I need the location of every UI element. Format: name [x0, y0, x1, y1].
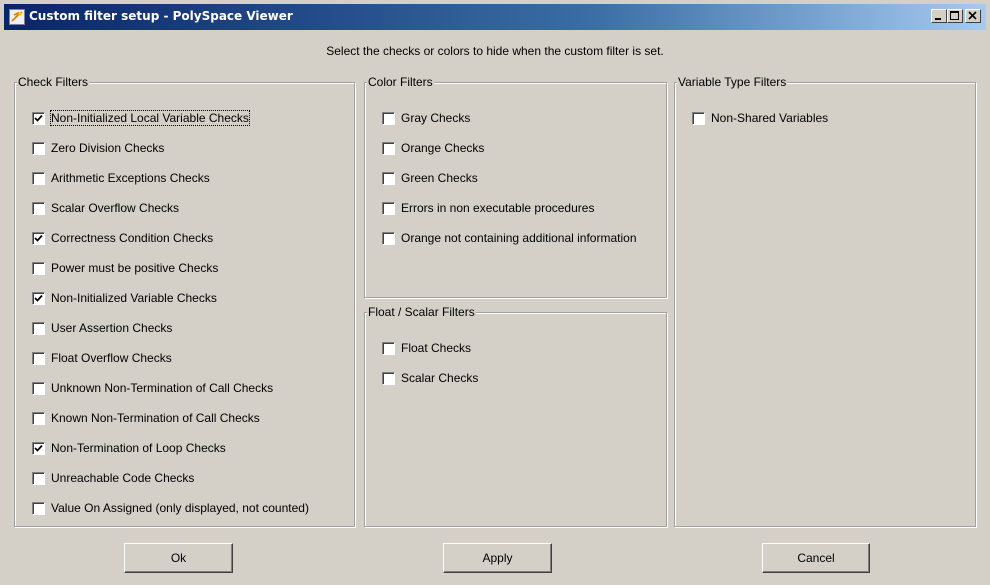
checkbox-zero-division-checks[interactable]: Zero Division Checks [32, 140, 164, 156]
checkbox-gray-checks[interactable]: Gray Checks [382, 110, 470, 126]
checkbox-box[interactable] [32, 441, 45, 455]
checkbox-label: Float Overflow Checks [51, 351, 172, 365]
checkbox-label: Scalar Checks [401, 371, 479, 385]
checkbox-box[interactable] [382, 371, 395, 385]
minimize-button[interactable] [931, 9, 947, 23]
cancel-button[interactable]: Cancel [762, 543, 870, 573]
checkbox-label: Arithmetic Exceptions Checks [51, 171, 210, 185]
variable-type-filters-title: Variable Type Filters [677, 75, 788, 89]
checkbox-box[interactable] [32, 261, 45, 275]
float-scalar-filters-title: Float / Scalar Filters [367, 305, 476, 319]
ok-button[interactable]: Ok [124, 543, 233, 573]
checkmark-icon [34, 444, 43, 452]
checkbox-box[interactable] [32, 501, 45, 515]
maximize-icon [950, 11, 959, 20]
checkbox-label: Float Checks [401, 341, 472, 355]
checkbox-box[interactable] [32, 471, 45, 485]
checkbox-label: User Assertion Checks [51, 321, 173, 335]
instructions-text: Select the checks or colors to hide when… [326, 44, 664, 58]
checkbox-arithmetic-exceptions-checks[interactable]: Arithmetic Exceptions Checks [32, 170, 210, 186]
checkbox-float-checks[interactable]: Float Checks [382, 340, 471, 356]
checkbox-label: Green Checks [401, 171, 478, 185]
checkbox-box[interactable] [32, 351, 45, 365]
checkbox-label: Orange Checks [401, 141, 485, 155]
checkbox-box[interactable] [382, 341, 395, 355]
checkbox-box[interactable] [32, 321, 45, 335]
checkbox-non-termination-of-loop-checks[interactable]: Non-Termination of Loop Checks [32, 440, 226, 456]
checkbox-box[interactable] [32, 291, 45, 305]
check-filters-title: Check Filters [17, 75, 90, 89]
checkbox-user-assertion-checks[interactable]: User Assertion Checks [32, 320, 172, 336]
checkbox-box[interactable] [32, 201, 45, 215]
color-filters-group: Color Filters Gray Checks Orange Checks Gr… [364, 75, 667, 298]
checkbox-value-on-assigned-only-displayed-not-counted[interactable]: Value On Assigned (only displayed, not c… [32, 500, 309, 516]
checkbox-orange-not-containing-additional-information[interactable]: Orange not containing additional informa… [382, 230, 637, 246]
checkbox-green-checks[interactable]: Green Checks [382, 170, 478, 186]
app-icon [9, 9, 25, 25]
checkbox-unreachable-code-checks[interactable]: Unreachable Code Checks [32, 470, 194, 486]
checkbox-scalar-overflow-checks[interactable]: Scalar Overflow Checks [32, 200, 179, 216]
checkbox-box[interactable] [32, 141, 45, 155]
dialog-window: Custom filter setup - PolySpace Viewer S… [0, 0, 990, 585]
title-bar[interactable]: Custom filter setup - PolySpace Viewer [4, 4, 986, 30]
minimize-icon [935, 18, 941, 20]
checkbox-non-initialized-local-variable-checks[interactable]: Non-Initialized Local Variable Checks [32, 110, 250, 126]
checkbox-label: Non-Shared Variables [711, 111, 829, 125]
checkbox-label: Value On Assigned (only displayed, not c… [51, 501, 309, 515]
checkbox-label: Unknown Non-Termination of Call Checks [51, 381, 274, 395]
checkbox-scalar-checks[interactable]: Scalar Checks [382, 370, 478, 386]
variable-type-filters-group: Variable Type Filters Non-Shared Variabl… [674, 75, 976, 527]
checkbox-box[interactable] [382, 111, 395, 125]
checkbox-box[interactable] [382, 171, 395, 185]
checkbox-box[interactable] [382, 201, 395, 215]
checkbox-label: Non-Initialized Variable Checks [51, 291, 217, 305]
checkbox-label: Orange not containing additional informa… [401, 231, 637, 245]
close-icon [968, 11, 977, 20]
checkbox-box[interactable] [692, 111, 705, 125]
float-scalar-filters-group: Float / Scalar Filters Float Checks Scala… [364, 305, 667, 527]
window-title: Custom filter setup - PolySpace Viewer [29, 9, 293, 23]
checkbox-label: Scalar Overflow Checks [51, 201, 180, 215]
checkbox-box[interactable] [32, 231, 45, 245]
checkmark-icon [34, 234, 43, 242]
checkbox-non-initialized-variable-checks[interactable]: Non-Initialized Variable Checks [32, 290, 217, 306]
checkbox-correctness-condition-checks[interactable]: Correctness Condition Checks [32, 230, 213, 246]
checkbox-known-non-termination-of-call-checks[interactable]: Known Non-Termination of Call Checks [32, 410, 260, 426]
checkbox-orange-checks[interactable]: Orange Checks [382, 140, 484, 156]
checkbox-non-shared-variables[interactable]: Non-Shared Variables [692, 110, 828, 126]
checkbox-box[interactable] [382, 231, 395, 245]
close-button[interactable] [965, 9, 981, 23]
checkbox-label: Power must be positive Checks [51, 261, 219, 275]
checkmark-icon [34, 114, 43, 122]
checkbox-errors-in-non-executable-procedures[interactable]: Errors in non executable procedures [382, 200, 594, 216]
checkbox-label: Errors in non executable procedures [401, 201, 595, 215]
checkbox-label: Non-Initialized Local Variable Checks [50, 110, 250, 126]
color-filters-title: Color Filters [367, 75, 434, 89]
checkbox-float-overflow-checks[interactable]: Float Overflow Checks [32, 350, 172, 366]
checkbox-label: Non-Termination of Loop Checks [51, 441, 226, 455]
checkbox-box[interactable] [382, 141, 395, 155]
checkbox-box[interactable] [32, 411, 45, 425]
checkbox-box[interactable] [32, 381, 45, 395]
checkbox-label: Known Non-Termination of Call Checks [51, 411, 260, 425]
apply-button[interactable]: Apply [443, 543, 552, 573]
checkbox-box[interactable] [32, 171, 45, 185]
checkbox-label: Gray Checks [401, 111, 471, 125]
checkbox-label: Correctness Condition Checks [51, 231, 214, 245]
checkbox-unknown-non-termination-of-call-checks[interactable]: Unknown Non-Termination of Call Checks [32, 380, 273, 396]
checkbox-box[interactable] [32, 111, 45, 125]
checkmark-icon [34, 294, 43, 302]
checkbox-label: Zero Division Checks [51, 141, 165, 155]
maximize-button[interactable] [947, 9, 963, 23]
checkbox-power-must-be-positive-checks[interactable]: Power must be positive Checks [32, 260, 218, 276]
check-filters-group: Check Filters Non-Initialized Local Vari… [14, 75, 355, 527]
checkbox-label: Unreachable Code Checks [51, 471, 195, 485]
